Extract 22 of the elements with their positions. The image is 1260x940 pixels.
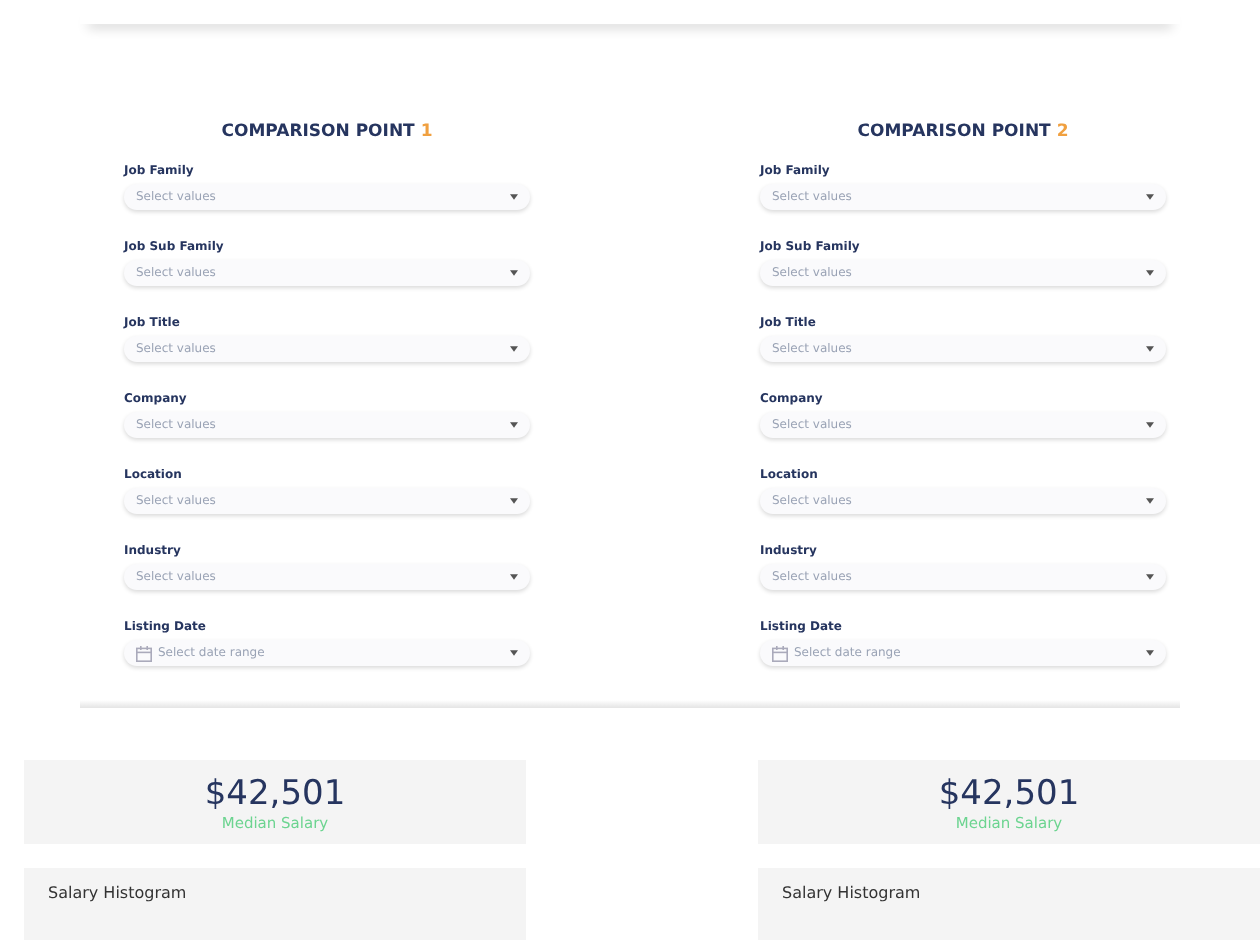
histogram-title: Salary Histogram: [782, 884, 923, 902]
caret-icon: [510, 650, 518, 656]
caret-icon: [510, 346, 518, 352]
calendar-icon: [772, 645, 788, 661]
caret-icon: [1146, 346, 1154, 352]
caret-icon: [510, 498, 518, 504]
section-title: COMPARISON POINT 2: [855, 122, 1071, 142]
caret-icon: [1146, 498, 1154, 504]
caret-icon: [1146, 270, 1154, 276]
section-title: COMPARISON POINT 1: [219, 122, 435, 142]
caret-icon: [510, 194, 518, 200]
salary-value: $42,501: [204, 773, 346, 813]
caret-icon: [1146, 650, 1154, 656]
caret-icon: [1146, 422, 1154, 428]
caret-icon: [510, 270, 518, 276]
calendar-icon: [136, 645, 152, 661]
salary-value: $42,501: [938, 773, 1080, 813]
caret-icon: [1146, 194, 1154, 200]
caret-icon: [510, 422, 518, 428]
caret-icon: [510, 574, 518, 580]
caret-icon: [1146, 574, 1154, 580]
histogram-title: Salary Histogram: [48, 884, 189, 902]
